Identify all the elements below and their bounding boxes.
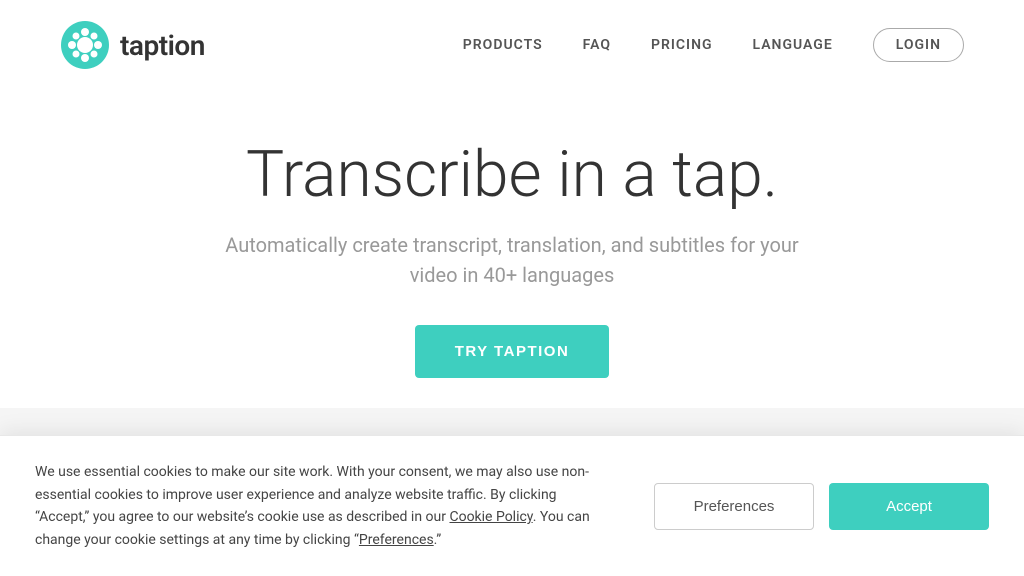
accept-button[interactable]: Accept [829,483,989,530]
hero-section: Transcribe in a tap. Automatically creat… [0,90,1024,378]
nav-language[interactable]: LANGUAGE [753,37,833,53]
cookie-buttons: Preferences Accept [654,483,989,530]
hero-subtitle: Automatically create transcript, transla… [212,230,812,290]
cookie-text: We use essential cookies to make our sit… [35,461,614,551]
logo-icon [60,20,110,70]
nav-products[interactable]: PRODUCTS [463,37,543,53]
nav-pricing[interactable]: PRICING [651,37,713,53]
logo-link[interactable]: taption [60,20,205,70]
navbar: taption PRODUCTS FAQ PRICING LANGUAGE LO… [0,0,1024,90]
logo-text: taption [120,29,205,62]
nav-faq[interactable]: FAQ [583,37,611,53]
cookie-policy-link[interactable]: Cookie Policy [449,509,532,525]
cookie-banner: We use essential cookies to make our sit… [0,435,1024,576]
preferences-button[interactable]: Preferences [654,483,814,530]
nav-links: PRODUCTS FAQ PRICING LANGUAGE LOGIN [463,28,964,62]
login-button[interactable]: LOGIN [873,28,964,62]
hero-title: Transcribe in a tap. [246,140,778,210]
try-taption-button[interactable]: TRY TAPTION [415,325,610,378]
preferences-inline-link[interactable]: Preferences [359,532,434,548]
